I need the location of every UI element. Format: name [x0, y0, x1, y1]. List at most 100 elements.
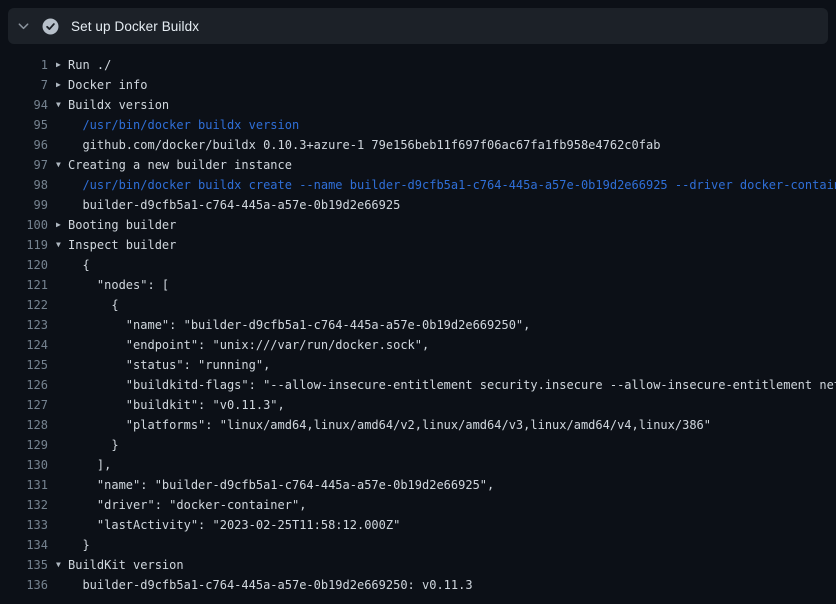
log-line: 129 }	[0, 435, 836, 455]
log-output-text: {	[56, 295, 836, 315]
log-group-title: Booting builder	[68, 218, 176, 232]
line-number[interactable]: 126	[0, 375, 48, 395]
actions-log-viewer: Set up Docker Buildx 1▶Run ./7▶Docker in…	[0, 0, 836, 604]
line-number[interactable]: 98	[0, 175, 48, 195]
log-group-title: Run ./	[68, 58, 111, 72]
line-number[interactable]: 119	[0, 235, 48, 255]
log-group-toggle[interactable]: ▼BuildKit version	[56, 555, 836, 575]
log-line: 120 {	[0, 255, 836, 275]
log-line: 1 ▶Run ./	[0, 55, 836, 75]
group-expanded-arrow-icon: ▼	[56, 555, 68, 575]
line-number[interactable]: 133	[0, 515, 48, 535]
log-output-text: "buildkitd-flags": "--allow-insecure-ent…	[56, 375, 836, 395]
check-circle-icon	[42, 18, 59, 35]
log-line: 130 ],	[0, 455, 836, 475]
log-line: 123 "name": "builder-d9cfb5a1-c764-445a-…	[0, 315, 836, 335]
line-number[interactable]: 97	[0, 155, 48, 175]
group-collapsed-arrow-icon: ▶	[56, 215, 68, 235]
log-group-toggle[interactable]: ▶Booting builder	[56, 215, 836, 235]
log-output-text: "status": "running",	[56, 355, 836, 375]
log-output-text: "lastActivity": "2023-02-25T11:58:12.000…	[56, 515, 836, 535]
log-line: 98 /usr/bin/docker buildx create --name …	[0, 175, 836, 195]
log-output-text: "endpoint": "unix:///var/run/docker.sock…	[56, 335, 836, 355]
chevron-down-icon[interactable]	[17, 20, 30, 33]
log-line: 121 "nodes": [	[0, 275, 836, 295]
line-number[interactable]: 95	[0, 115, 48, 135]
log-command-text: /usr/bin/docker buildx create --name bui…	[56, 175, 836, 195]
line-number[interactable]: 130	[0, 455, 48, 475]
line-number[interactable]: 127	[0, 395, 48, 415]
line-number[interactable]: 7	[0, 75, 48, 95]
log-group-title: Inspect builder	[68, 238, 176, 252]
log-output-text: "driver": "docker-container",	[56, 495, 836, 515]
line-number[interactable]: 132	[0, 495, 48, 515]
log-line: 119 ▼Inspect builder	[0, 235, 836, 255]
log-group-toggle[interactable]: ▼Buildx version	[56, 95, 836, 115]
line-number[interactable]: 99	[0, 195, 48, 215]
step-header[interactable]: Set up Docker Buildx	[8, 8, 828, 44]
log-line: 94 ▼Buildx version	[0, 95, 836, 115]
log-line: 97 ▼Creating a new builder instance	[0, 155, 836, 175]
step-title: Set up Docker Buildx	[71, 19, 199, 34]
log-output-text: }	[56, 535, 836, 555]
log-line: 122 {	[0, 295, 836, 315]
line-number[interactable]: 120	[0, 255, 48, 275]
log-output-text: builder-d9cfb5a1-c764-445a-a57e-0b19d2e6…	[56, 575, 836, 595]
log-line: 127 "buildkit": "v0.11.3",	[0, 395, 836, 415]
log-output-text: github.com/docker/buildx 0.10.3+azure-1 …	[56, 135, 836, 155]
log-line: 132 "driver": "docker-container",	[0, 495, 836, 515]
line-number[interactable]: 100	[0, 215, 48, 235]
log-line: 126 "buildkitd-flags": "--allow-insecure…	[0, 375, 836, 395]
line-number[interactable]: 94	[0, 95, 48, 115]
log-output-text: ],	[56, 455, 836, 475]
log-command-text: /usr/bin/docker buildx version	[56, 115, 836, 135]
group-collapsed-arrow-icon: ▶	[56, 75, 68, 95]
log-output-text: "name": "builder-d9cfb5a1-c764-445a-a57e…	[56, 475, 836, 495]
log-group-title: Creating a new builder instance	[68, 158, 292, 172]
log-group-toggle[interactable]: ▼Inspect builder	[56, 235, 836, 255]
log-group-title: BuildKit version	[68, 558, 184, 572]
log-line: 100 ▶Booting builder	[0, 215, 836, 235]
log-output-text: }	[56, 435, 836, 455]
log-line: 128 "platforms": "linux/amd64,linux/amd6…	[0, 415, 836, 435]
log-line: 134 }	[0, 535, 836, 555]
line-number[interactable]: 135	[0, 555, 48, 575]
group-expanded-arrow-icon: ▼	[56, 95, 68, 115]
line-number[interactable]: 134	[0, 535, 48, 555]
line-number[interactable]: 129	[0, 435, 48, 455]
group-collapsed-arrow-icon: ▶	[56, 55, 68, 75]
line-number[interactable]: 121	[0, 275, 48, 295]
line-number[interactable]: 136	[0, 575, 48, 595]
log-line: 125 "status": "running",	[0, 355, 836, 375]
log-group-toggle[interactable]: ▶Run ./	[56, 55, 836, 75]
log-line: 133 "lastActivity": "2023-02-25T11:58:12…	[0, 515, 836, 535]
log-output-panel[interactable]: 1▶Run ./7▶Docker info94▼Buildx version95…	[0, 44, 836, 604]
log-line: 131 "name": "builder-d9cfb5a1-c764-445a-…	[0, 475, 836, 495]
log-line: 135 ▼BuildKit version	[0, 555, 836, 575]
line-number[interactable]: 131	[0, 475, 48, 495]
log-line: 124 "endpoint": "unix:///var/run/docker.…	[0, 335, 836, 355]
line-number[interactable]: 128	[0, 415, 48, 435]
line-number[interactable]: 122	[0, 295, 48, 315]
log-output-text: "buildkit": "v0.11.3",	[56, 395, 836, 415]
line-number[interactable]: 125	[0, 355, 48, 375]
log-output-text: "nodes": [	[56, 275, 836, 295]
log-line: 7 ▶Docker info	[0, 75, 836, 95]
log-group-toggle[interactable]: ▶Docker info	[56, 75, 836, 95]
log-output-text: "name": "builder-d9cfb5a1-c764-445a-a57e…	[56, 315, 836, 335]
log-output-text: {	[56, 255, 836, 275]
line-number[interactable]: 1	[0, 55, 48, 75]
log-output-text: builder-d9cfb5a1-c764-445a-a57e-0b19d2e6…	[56, 195, 836, 215]
line-number[interactable]: 96	[0, 135, 48, 155]
line-number[interactable]: 123	[0, 315, 48, 335]
log-group-toggle[interactable]: ▼Creating a new builder instance	[56, 155, 836, 175]
log-line: 96 github.com/docker/buildx 0.10.3+azure…	[0, 135, 836, 155]
log-line: 136 builder-d9cfb5a1-c764-445a-a57e-0b19…	[0, 575, 836, 595]
group-expanded-arrow-icon: ▼	[56, 235, 68, 255]
line-number[interactable]: 124	[0, 335, 48, 355]
group-expanded-arrow-icon: ▼	[56, 155, 68, 175]
log-group-title: Docker info	[68, 78, 147, 92]
log-group-title: Buildx version	[68, 98, 169, 112]
log-output-text: "platforms": "linux/amd64,linux/amd64/v2…	[56, 415, 836, 435]
log-line: 95 /usr/bin/docker buildx version	[0, 115, 836, 135]
